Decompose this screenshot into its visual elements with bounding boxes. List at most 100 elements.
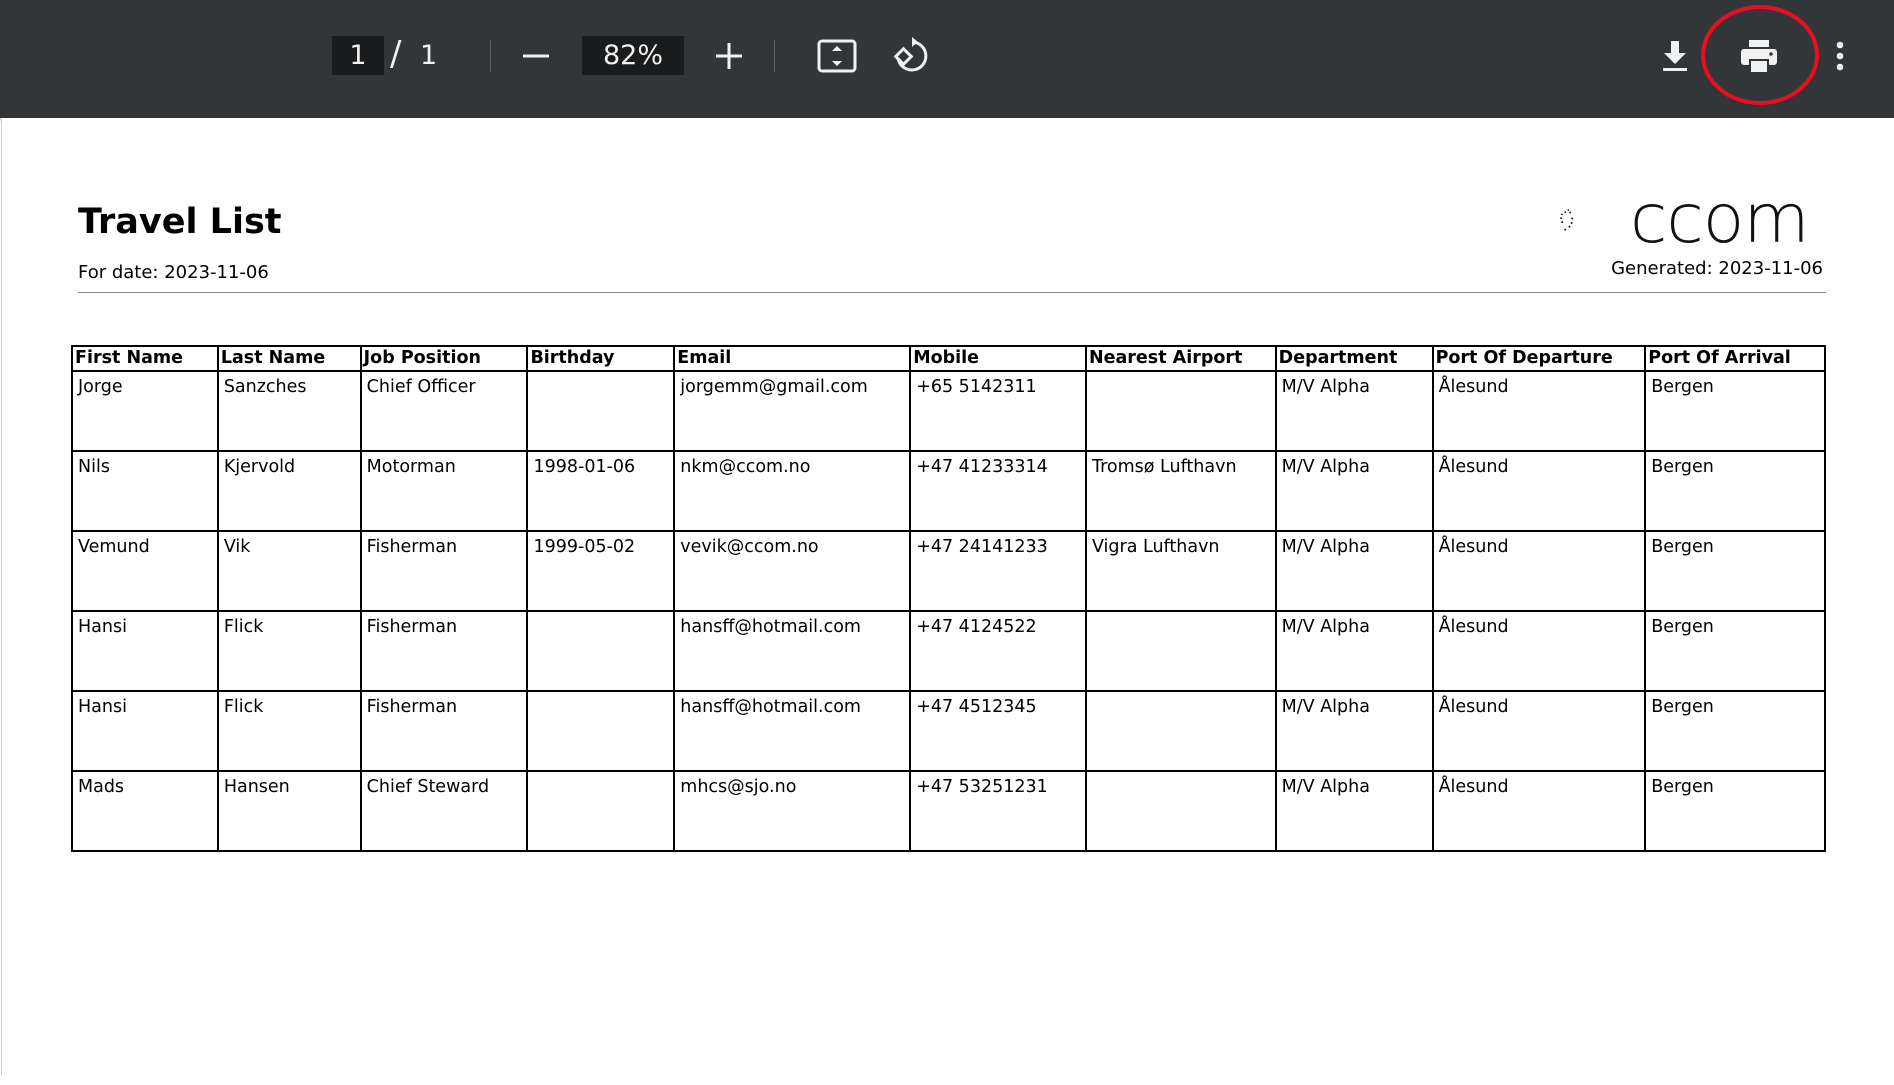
table-cell: Motorman (359, 450, 529, 532)
rotate-button[interactable] (886, 32, 934, 80)
travel-list-table: First Name Last Name Job Position Birthd… (71, 345, 1826, 852)
table-cell: nkm@ccom.no (673, 450, 912, 532)
table-cell: +47 24141233 (909, 530, 1087, 612)
table-cell (1084, 690, 1277, 772)
table-cell: M/V Alpha (1274, 530, 1434, 612)
pdf-toolbar: 1 / 1 82% (0, 0, 1894, 118)
table-row: Mads Hansen Chief Steward mhcs@sjo.no +4… (71, 770, 1826, 852)
table-cell: Ålesund (1431, 370, 1647, 452)
rotate-icon (893, 37, 928, 72)
table-cell (526, 370, 676, 452)
table-cell (1084, 370, 1277, 452)
fit-to-page-button[interactable] (813, 32, 861, 80)
column-header: Nearest Airport (1084, 345, 1277, 372)
table-cell: hansff@hotmail.com (673, 690, 912, 772)
fit-to-page-icon (817, 39, 857, 73)
table-cell: Kjervold (216, 450, 362, 532)
table-cell: Vigra Lufthavn (1084, 530, 1277, 612)
zoom-in-button[interactable] (705, 32, 753, 80)
table-cell (526, 610, 676, 692)
more-vert-icon (1836, 41, 1844, 71)
toolbar-divider (490, 40, 491, 72)
table-cell: Bergen (1644, 770, 1826, 852)
toolbar-divider (774, 40, 775, 72)
column-header: Email (673, 345, 912, 372)
table-cell: Hansi (71, 610, 219, 692)
more-options-button[interactable] (1816, 32, 1864, 80)
table-cell: Bergen (1644, 370, 1826, 452)
table-cell: Tromsø Lufthavn (1084, 450, 1277, 532)
table-cell: Bergen (1644, 690, 1826, 772)
page-separator: / (390, 34, 402, 74)
table-cell: Jorge (71, 370, 219, 452)
generated-date-label: Generated: 2023-11-06 (1611, 258, 1823, 279)
table-cell: Mads (71, 770, 219, 852)
column-header: Job Position (359, 345, 529, 372)
table-cell: Vemund (71, 530, 219, 612)
plus-icon (716, 43, 742, 69)
page-total: 1 (420, 40, 438, 71)
column-header: First Name (71, 345, 219, 372)
table-cell: Ålesund (1431, 770, 1647, 852)
column-header: Port Of Departure (1431, 345, 1647, 372)
column-header: Birthday (526, 345, 676, 372)
table-cell (1084, 610, 1277, 692)
table-cell: Hansi (71, 690, 219, 772)
ccom-logo-dots-icon (1560, 209, 1574, 231)
table-cell: 1998-01-06 (526, 450, 676, 532)
table-cell: 1999-05-02 (526, 530, 676, 612)
zoom-level-input[interactable]: 82% (582, 36, 684, 75)
table-cell: M/V Alpha (1274, 610, 1434, 692)
table-row: Nils Kjervold Motorman 1998-01-06 nkm@cc… (71, 450, 1826, 532)
header-divider (78, 292, 1826, 293)
table-row: Jorge Sanzches Chief Officer jorgemm@gma… (71, 370, 1826, 452)
table-cell: Fisherman (359, 610, 529, 692)
table-cell: Fisherman (359, 690, 529, 772)
download-button[interactable] (1651, 32, 1699, 80)
table-cell: Flick (216, 610, 362, 692)
page-number-input[interactable]: 1 (332, 36, 384, 75)
table-cell: M/V Alpha (1274, 370, 1434, 452)
table-cell: Sanzches (216, 370, 362, 452)
table-header-row: First Name Last Name Job Position Birthd… (71, 345, 1826, 372)
download-icon (1663, 41, 1687, 71)
table-row: Hansi Flick Fisherman hansff@hotmail.com… (71, 610, 1826, 692)
viewer-bottom-edge (0, 1075, 1894, 1085)
table-cell: M/V Alpha (1274, 450, 1434, 532)
column-header: Department (1274, 345, 1434, 372)
ccom-logo-text: ccom (1630, 180, 1810, 259)
table-cell (526, 770, 676, 852)
minus-icon (523, 54, 549, 58)
table-cell: vevik@ccom.no (673, 530, 912, 612)
table-row: Vemund Vik Fisherman 1999-05-02 vevik@cc… (71, 530, 1826, 612)
table-cell: Bergen (1644, 450, 1826, 532)
table-cell: Ålesund (1431, 690, 1647, 772)
table-cell: Ålesund (1431, 530, 1647, 612)
table-cell: Chief Officer (359, 370, 529, 452)
table-cell: Vik (216, 530, 362, 612)
table-cell: Bergen (1644, 530, 1826, 612)
table-cell: Fisherman (359, 530, 529, 612)
table-cell: +47 4124522 (909, 610, 1087, 692)
table-cell: hansff@hotmail.com (673, 610, 912, 692)
table-cell (1084, 770, 1277, 852)
table-cell: Flick (216, 690, 362, 772)
table-cell (526, 690, 676, 772)
table-cell: Ålesund (1431, 610, 1647, 692)
document-title: Travel List (78, 202, 282, 242)
table-cell: Ålesund (1431, 450, 1647, 532)
zoom-out-button[interactable] (512, 32, 560, 80)
column-header: Last Name (216, 345, 362, 372)
table-cell: +47 53251231 (909, 770, 1087, 852)
table-cell: M/V Alpha (1274, 690, 1434, 772)
table-cell: +65 5142311 (909, 370, 1087, 452)
table-cell: +47 4512345 (909, 690, 1087, 772)
print-highlight-circle (1701, 5, 1819, 105)
table-cell: Bergen (1644, 610, 1826, 692)
table-cell: M/V Alpha (1274, 770, 1434, 852)
column-header: Port Of Arrival (1644, 345, 1826, 372)
for-date-label: For date: 2023-11-06 (78, 262, 269, 283)
column-header: Mobile (909, 345, 1087, 372)
table-row: Hansi Flick Fisherman hansff@hotmail.com… (71, 690, 1826, 772)
table-cell: jorgemm@gmail.com (673, 370, 912, 452)
